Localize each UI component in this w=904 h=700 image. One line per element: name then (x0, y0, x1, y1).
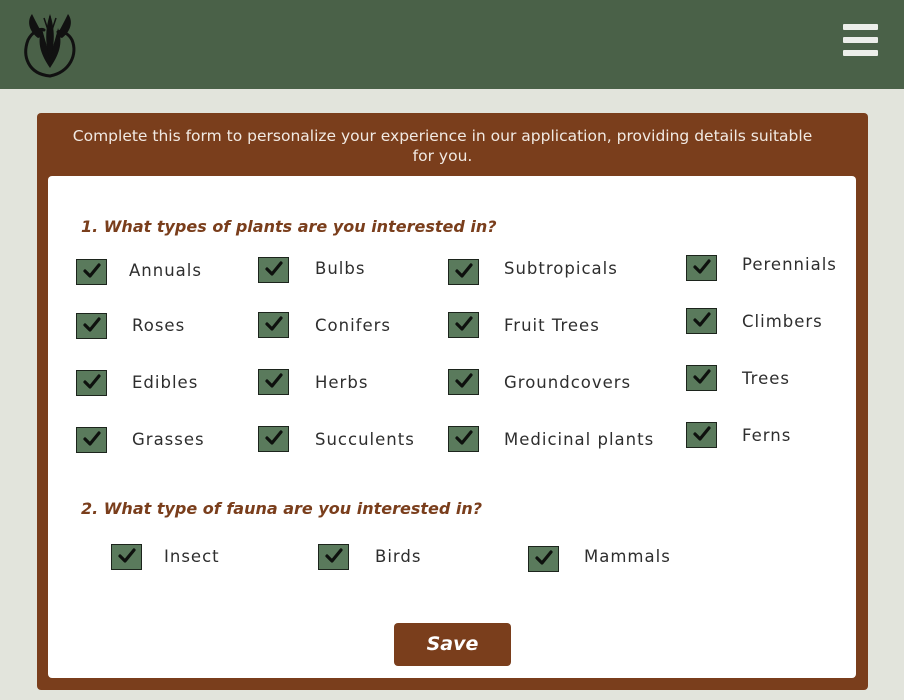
label-roses: Roses (132, 316, 186, 335)
checkbox-ferns[interactable] (686, 422, 717, 448)
check-icon (83, 431, 101, 446)
lily-flower-logo-icon[interactable] (20, 8, 80, 80)
intro-text: Complete this form to personalize your e… (72, 127, 813, 165)
checkbox-succulents[interactable] (258, 426, 289, 452)
label-perennials: Perennials (742, 255, 837, 274)
label-trees: Trees (742, 369, 790, 388)
fauna-question: 2. What type of fauna are you interested… (81, 499, 483, 518)
check-icon (83, 263, 101, 278)
save-button[interactable]: Save (394, 623, 511, 666)
check-icon (693, 312, 711, 327)
check-icon (693, 426, 711, 441)
label-edibles: Edibles (132, 373, 199, 392)
check-icon (265, 430, 283, 445)
checkbox-grasses[interactable] (76, 427, 107, 453)
check-icon (455, 373, 473, 388)
checkbox-bulbs[interactable] (258, 257, 289, 283)
checkbox-groundcovers[interactable] (448, 369, 479, 395)
label-climbers: Climbers (742, 312, 823, 331)
check-icon (325, 548, 343, 563)
checkbox-roses[interactable] (76, 313, 107, 339)
checkbox-trees[interactable] (686, 365, 717, 391)
checkbox-medicinal-plants[interactable] (448, 426, 479, 452)
check-icon (265, 373, 283, 388)
check-icon (455, 316, 473, 331)
check-icon (535, 550, 553, 565)
label-conifers: Conifers (315, 316, 391, 335)
check-icon (265, 261, 283, 276)
plants-question: 1. What types of plants are you interest… (81, 217, 497, 236)
label-succulents: Succulents (315, 430, 415, 449)
label-subtropicals: Subtropicals (504, 259, 618, 278)
top-bar (0, 0, 904, 89)
checkbox-subtropicals[interactable] (448, 259, 479, 285)
checkbox-fruit-trees[interactable] (448, 312, 479, 338)
checkbox-conifers[interactable] (258, 312, 289, 338)
label-mammals: Mammals (584, 547, 671, 566)
check-icon (455, 263, 473, 278)
label-groundcovers: Groundcovers (504, 373, 632, 392)
checkbox-mammals[interactable] (528, 546, 559, 572)
check-icon (118, 548, 136, 563)
check-icon (83, 374, 101, 389)
checkbox-insect[interactable] (111, 544, 142, 570)
check-icon (455, 430, 473, 445)
label-grasses: Grasses (132, 430, 205, 449)
label-medicinal-plants: Medicinal plants (504, 430, 655, 449)
label-fruit-trees: Fruit Trees (504, 316, 600, 335)
checkbox-birds[interactable] (318, 544, 349, 570)
checkbox-herbs[interactable] (258, 369, 289, 395)
hamburger-menu-icon[interactable] (843, 24, 879, 56)
label-insect: Insect (164, 547, 220, 566)
check-icon (693, 259, 711, 274)
label-annuals: Annuals (129, 261, 202, 280)
check-icon (265, 316, 283, 331)
label-bulbs: Bulbs (315, 259, 366, 278)
check-icon (693, 369, 711, 384)
label-herbs: Herbs (315, 373, 369, 392)
check-icon (83, 317, 101, 332)
checkbox-edibles[interactable] (76, 370, 107, 396)
checkbox-annuals[interactable] (76, 259, 107, 285)
label-birds: Birds (375, 547, 422, 566)
label-ferns: Ferns (742, 426, 792, 445)
checkbox-perennials[interactable] (686, 255, 717, 281)
checkbox-climbers[interactable] (686, 308, 717, 334)
